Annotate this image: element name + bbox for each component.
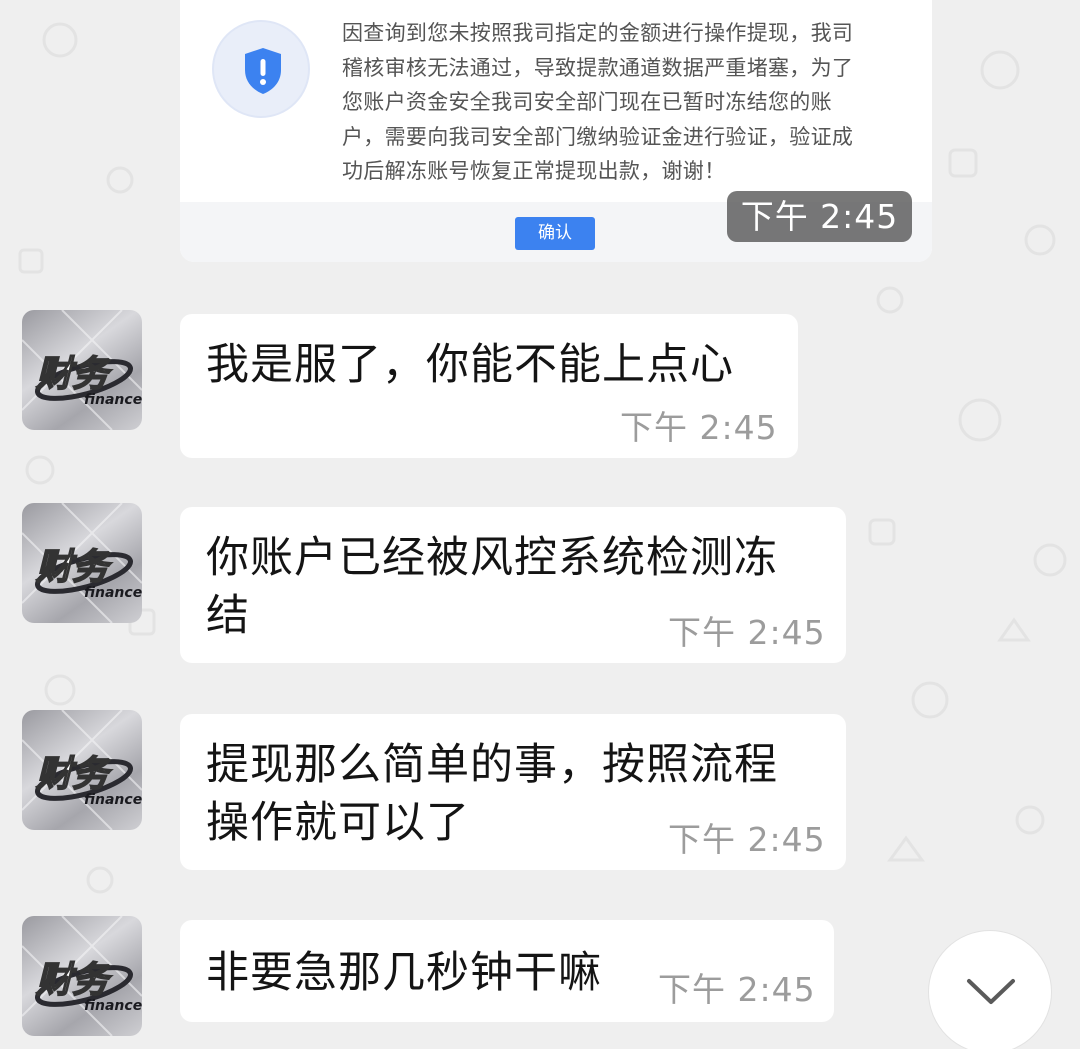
avatar-sub-text: finance	[84, 392, 142, 408]
notice-line: 稽核审核无法通过，导致提款通道数据严重堵塞，为了	[342, 55, 854, 80]
scroll-to-bottom-button[interactable]	[928, 930, 1052, 1049]
confirm-button[interactable]: 确认	[515, 217, 595, 250]
notice-line: 您账户资金安全我司安全部门现在已暂时冻结您的账	[342, 90, 832, 114]
message-line: 提现那么简单的事，按照流程	[206, 740, 778, 790]
message-line: 非要急那几秒钟干嘛	[206, 948, 602, 998]
avatar-sub-text: finance	[84, 998, 142, 1014]
notice-text: 因查询到您未按照我司指定的金额进行操作提现，我司 稽核审核无法通过，导致提款通道…	[342, 16, 894, 189]
avatar[interactable]: 财务 finance	[22, 710, 142, 830]
message-time: 下午 2:45	[668, 820, 826, 859]
avatar-sub-text: finance	[84, 585, 142, 601]
message-time: 下午 2:45	[658, 970, 816, 1009]
avatar[interactable]: 财务 finance	[22, 310, 142, 430]
chevron-down-icon	[967, 979, 1015, 1004]
image-timestamp: 下午 2:45	[727, 191, 912, 242]
avatar[interactable]: 财务 finance	[22, 503, 142, 623]
avatar-main-text: 财务	[36, 547, 112, 588]
shield-alert-icon	[212, 20, 310, 118]
avatar-main-text: 财务	[36, 354, 112, 395]
message-text: 我是服了，你能不能上点心	[206, 336, 734, 394]
notice-line: 户，需要向我司安全部门缴纳验证金进行验证，验证成	[342, 124, 854, 149]
message-time: 下午 2:45	[668, 613, 826, 652]
avatar-sub-text: finance	[84, 792, 142, 808]
message-text: 非要急那几秒钟干嘛	[206, 944, 602, 1002]
avatar-main-text: 财务	[36, 754, 112, 795]
message-line: 你账户已经被风控系统检测冻	[206, 533, 778, 583]
avatar[interactable]: 财务 finance	[22, 916, 142, 1036]
message-bubble[interactable]: 你账户已经被风控系统检测冻 结 下午 2:45	[180, 507, 846, 663]
avatar-main-text: 财务	[36, 960, 112, 1001]
message-time: 下午 2:45	[620, 408, 778, 447]
message-bubble[interactable]: 非要急那几秒钟干嘛 下午 2:45	[180, 920, 834, 1022]
notice-line: 功后解冻账号恢复正常提现出款，谢谢！	[342, 159, 726, 183]
message-bubble[interactable]: 我是服了，你能不能上点心 下午 2:45	[180, 314, 798, 458]
notice-line: 因查询到您未按照我司指定的金额进行操作提现，我司	[342, 21, 854, 45]
message-bubble[interactable]: 提现那么简单的事，按照流程 操作就可以了 下午 2:45	[180, 714, 846, 870]
message-line: 我是服了，你能不能上点心	[206, 340, 734, 390]
